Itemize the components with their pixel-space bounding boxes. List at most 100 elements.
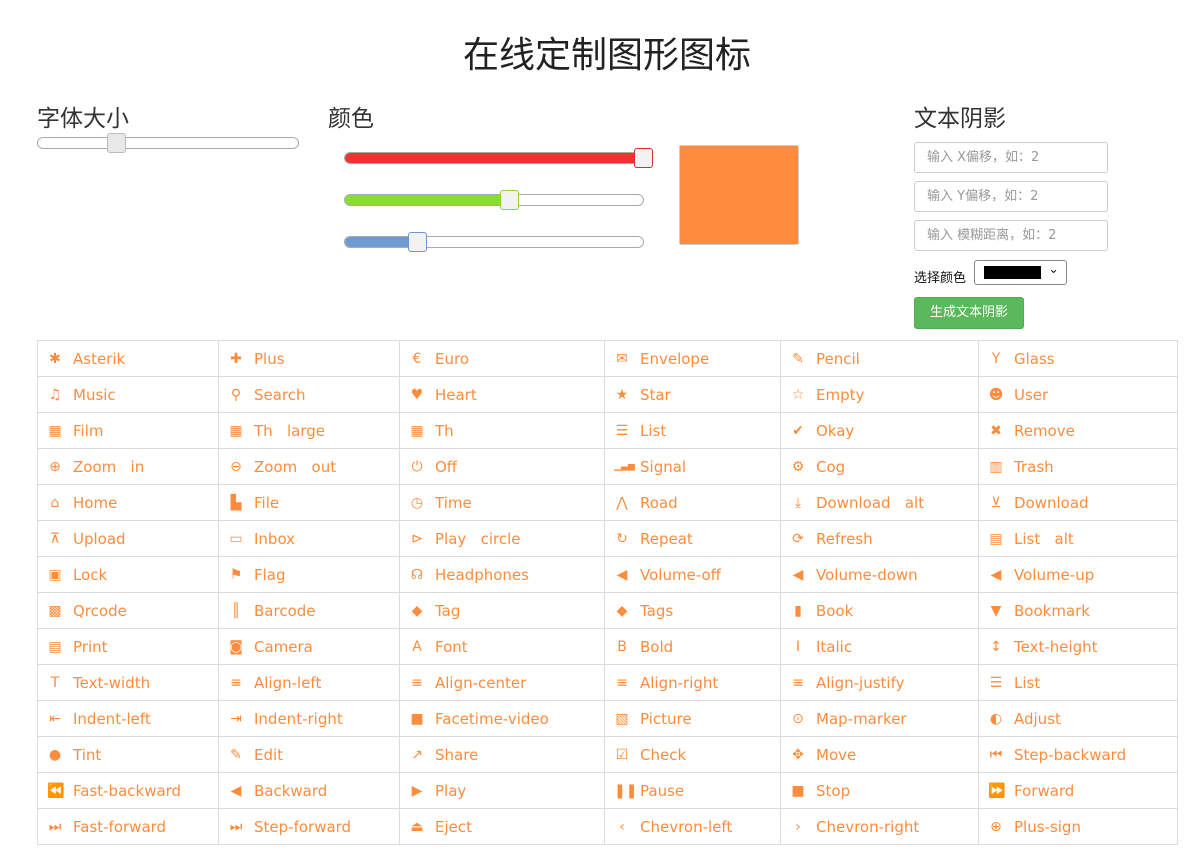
icon-cell-cog[interactable]: ⚙ Cog — [780, 448, 979, 485]
icon-cell-step-backward[interactable]: ⏮ Step-backward — [978, 736, 1178, 773]
icon-cell-road[interactable]: ⋀ Road — [604, 484, 781, 521]
icon-cell-trash[interactable]: ▥ Trash — [978, 448, 1178, 485]
icon-cell-download-alt[interactable]: ⤓ Download alt — [780, 484, 979, 521]
blue-slider-thumb[interactable] — [407, 232, 427, 252]
icon-cell-indent-left[interactable]: ⇤ Indent-left — [37, 700, 219, 737]
shadow-y-offset-input[interactable] — [914, 181, 1108, 212]
font-size-slider-thumb[interactable] — [107, 133, 126, 153]
icon-cell-home[interactable]: ⌂ Home — [37, 484, 219, 521]
icon-cell-print[interactable]: ▤ Print — [37, 628, 219, 665]
icon-cell-backward[interactable]: ◀ Backward — [218, 772, 400, 809]
icon-cell-forward[interactable]: ⏩ Forward — [978, 772, 1178, 809]
shadow-x-offset-input[interactable] — [914, 142, 1108, 173]
icon-cell-user[interactable]: ☻ User — [978, 376, 1178, 413]
icon-cell-flag[interactable]: ⚑ Flag — [218, 556, 400, 593]
icon-cell-star-empty[interactable]: ☆ Empty — [780, 376, 979, 413]
icon-cell-volume-off[interactable]: ◀ Volume-off — [604, 556, 781, 593]
icon-cell-align-center[interactable]: ≡ Align-center — [399, 664, 605, 701]
icon-cell-align-justify[interactable]: ≡ Align-justify — [780, 664, 979, 701]
icon-cell-play-circle[interactable]: ⊳ Play circle — [399, 520, 605, 557]
icon-cell-adjust[interactable]: ◐ Adjust — [978, 700, 1178, 737]
shadow-blur-input[interactable] — [914, 220, 1108, 251]
icon-cell-envelope[interactable]: ✉ Envelope — [604, 340, 781, 377]
icon-cell-download[interactable]: ⊻ Download — [978, 484, 1178, 521]
icon-cell-italic[interactable]: I Italic — [780, 628, 979, 665]
icon-cell-facetime-video[interactable]: ■ Facetime-video — [399, 700, 605, 737]
icon-cell-list[interactable]: ☰ List — [978, 664, 1178, 701]
play-icon: ▶ — [411, 782, 423, 799]
icon-cell-upload[interactable]: ⊼ Upload — [37, 520, 219, 557]
icon-cell-off[interactable]: ⏻ Off — [399, 448, 605, 485]
icon-cell-tags[interactable]: ◆ Tags — [604, 592, 781, 629]
icon-cell-search[interactable]: ⚲ Search — [218, 376, 400, 413]
icon-cell-volume-down[interactable]: ◀ Volume-down — [780, 556, 979, 593]
icon-cell-text-height[interactable]: ↕ Text-height — [978, 628, 1178, 665]
icon-cell-check[interactable]: ☑ Check — [604, 736, 781, 773]
icon-cell-plus-sign[interactable]: ⊕ Plus-sign — [978, 808, 1178, 845]
icon-cell-stop[interactable]: ■ Stop — [780, 772, 979, 809]
icon-cell-list-alt[interactable]: ▤ List alt — [978, 520, 1178, 557]
icon-cell-eject[interactable]: ⏏ Eject — [399, 808, 605, 845]
icon-cell-camera[interactable]: ◙ Camera — [218, 628, 400, 665]
icon-cell-align-left[interactable]: ≡ Align-left — [218, 664, 400, 701]
icon-cell-volume-up[interactable]: ◀ Volume-up — [978, 556, 1178, 593]
icon-cell-picture[interactable]: ▧ Picture — [604, 700, 781, 737]
icon-cell-map-marker[interactable]: ⊙ Map-marker — [780, 700, 979, 737]
icon-cell-chevron-right[interactable]: › Chevron-right — [780, 808, 979, 845]
icon-cell-th[interactable]: ▦ Th — [399, 412, 605, 449]
icon-cell-qrcode[interactable]: ▩ Qrcode — [37, 592, 219, 629]
icon-cell-tag[interactable]: ◆ Tag — [399, 592, 605, 629]
icon-cell-play[interactable]: ▶ Play — [399, 772, 605, 809]
icon-cell-label: Book — [816, 601, 854, 620]
icon-cell-heart[interactable]: ♥ Heart — [399, 376, 605, 413]
icon-cell-inbox[interactable]: ▭ Inbox — [218, 520, 400, 557]
icon-cell-zoom-in[interactable]: ⊕ Zoom in — [37, 448, 219, 485]
icon-cell-lock[interactable]: ▣ Lock — [37, 556, 219, 593]
icon-cell-fast-backward[interactable]: ⏪ Fast-backward — [37, 772, 219, 809]
icon-cell-glass[interactable]: Y Glass — [978, 340, 1178, 377]
icon-cell-refresh[interactable]: ⟳ Refresh — [780, 520, 979, 557]
icon-cell-edit[interactable]: ✎ Edit — [218, 736, 400, 773]
shadow-color-select[interactable]: ⌄ — [974, 260, 1067, 285]
red-slider[interactable] — [344, 148, 653, 168]
icon-cell-font[interactable]: A Font — [399, 628, 605, 665]
icon-cell-ok[interactable]: ✔ Okay — [780, 412, 979, 449]
icon-cell-step-forward[interactable]: ⏭ Step-forward — [218, 808, 400, 845]
icon-cell-euro[interactable]: € Euro — [399, 340, 605, 377]
icon-cell-move[interactable]: ✥ Move — [780, 736, 979, 773]
icon-cell-zoom-out[interactable]: ⊖ Zoom out — [218, 448, 400, 485]
icon-cell-repeat[interactable]: ↻ Repeat — [604, 520, 781, 557]
icon-cell-align-right[interactable]: ≡ Align-right — [604, 664, 781, 701]
red-slider-thumb[interactable] — [634, 148, 653, 168]
icon-cell-book[interactable]: ▮ Book — [780, 592, 979, 629]
icon-cell-asterisk[interactable]: ✱ Asterik — [37, 340, 219, 377]
generate-text-shadow-button[interactable]: 生成文本阴影 — [914, 297, 1024, 329]
icon-cell-tint[interactable]: ● Tint — [37, 736, 219, 773]
icon-cell-film[interactable]: ▦ Film — [37, 412, 219, 449]
icon-cell-fast-forward[interactable]: ⏭ Fast-forward — [37, 808, 219, 845]
icon-cell-indent-right[interactable]: ⇥ Indent-right — [218, 700, 400, 737]
icon-cell-star[interactable]: ★ Star — [604, 376, 781, 413]
green-slider-thumb[interactable] — [499, 190, 519, 210]
icon-cell-signal[interactable]: ▁▃▅ Signal — [604, 448, 781, 485]
icon-cell-plus[interactable]: ✚ Plus — [218, 340, 400, 377]
icon-cell-th-large[interactable]: ▦ Th large — [218, 412, 400, 449]
step-backward-icon: ⏮ — [989, 746, 1003, 763]
icon-cell-bookmark[interactable]: ▼ Bookmark — [978, 592, 1178, 629]
icon-cell-chevron-left[interactable]: ‹ Chevron-left — [604, 808, 781, 845]
icon-cell-pause[interactable]: ❚❚ Pause — [604, 772, 781, 809]
icon-cell-music[interactable]: ♫ Music — [37, 376, 219, 413]
green-slider[interactable] — [344, 190, 644, 210]
icon-cell-time[interactable]: ◷ Time — [399, 484, 605, 521]
icon-cell-barcode[interactable]: ║ Barcode — [218, 592, 400, 629]
icon-cell-headphones[interactable]: ☊ Headphones — [399, 556, 605, 593]
icon-cell-share[interactable]: ↗ Share — [399, 736, 605, 773]
icon-cell-th-list[interactable]: ☰ List — [604, 412, 781, 449]
icon-cell-pencil[interactable]: ✎ Pencil — [780, 340, 979, 377]
blue-slider[interactable] — [344, 232, 644, 252]
icon-cell-remove[interactable]: ✖ Remove — [978, 412, 1178, 449]
font-size-slider[interactable] — [37, 133, 299, 153]
icon-cell-file[interactable]: ▙ File — [218, 484, 400, 521]
icon-cell-text-width[interactable]: T Text-width — [37, 664, 219, 701]
icon-cell-bold[interactable]: B Bold — [604, 628, 781, 665]
